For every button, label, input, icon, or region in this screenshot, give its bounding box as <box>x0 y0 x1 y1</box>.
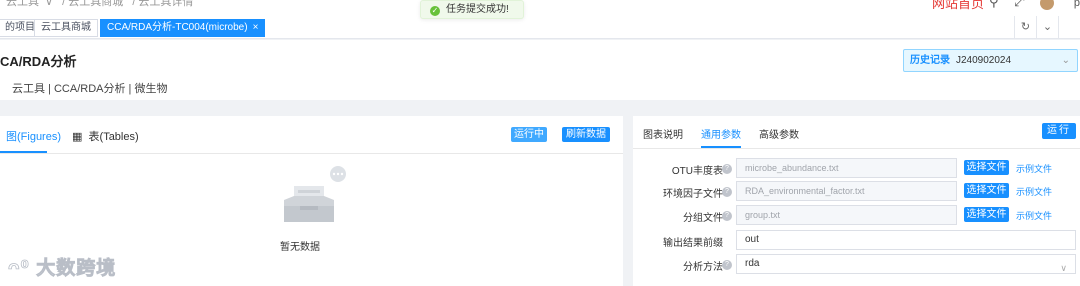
tab-chart-desc[interactable]: 图表说明 <box>643 126 683 141</box>
close-icon[interactable]: × <box>253 22 259 33</box>
site-home-link[interactable]: 网站首页 <box>932 0 984 12</box>
field-label: 环境因子文件 <box>663 189 723 200</box>
group-file-row: 分组文件 ? group.txt 选择文件 示例文件 <box>633 205 1080 227</box>
avatar[interactable] <box>1040 0 1055 10</box>
table-icon: ▦ <box>72 131 83 143</box>
page-title: CA/RDA分析 <box>0 54 77 69</box>
success-toast: ✓ 任务提交成功! <box>420 0 524 19</box>
empty-box-icon <box>282 166 352 234</box>
params-panel: 图表说明 通用参数 高级参数 运行 OTU丰度表 ? microbe_abund… <box>633 116 1080 286</box>
field-label: 分组文件 <box>683 213 723 224</box>
divider <box>0 153 623 154</box>
history-select[interactable]: 历史记录 J240902024 ⌄ <box>903 49 1078 72</box>
toast-message: 任务提交成功! <box>446 4 509 15</box>
method-value: rda <box>745 258 760 269</box>
output-prefix-input[interactable]: out <box>736 230 1076 250</box>
breadcrumb: 云工具 | CCA/RDA分析 | 微生物 <box>12 83 168 95</box>
tab-cca-rda[interactable]: CCA/RDA分析-TC004(microbe) × <box>100 19 266 37</box>
otu-table-row: OTU丰度表 ? microbe_abundance.txt 选择文件 示例文件 <box>633 158 1080 180</box>
env-factor-row: 环境因子文件 ? RDA_environmental_factor.txt 选择… <box>633 181 1080 203</box>
breadcrumb-caret-icon: ∨ <box>45 0 54 8</box>
results-panel: 图(Figures) ▦ 表(Tables) 运行中 刷新数据 暂无数据 ᴖ⁰ … <box>0 116 623 286</box>
choose-file-button[interactable]: 选择文件 <box>964 160 1009 175</box>
breadcrumb-item[interactable]: / 云工具商城 <box>62 0 123 8</box>
method-row: 分析方法 ? rda ∨ <box>633 254 1080 276</box>
tab-advanced-params[interactable]: 高级参数 <box>759 126 799 141</box>
tabs-bar: 的项目 云工具商城 CCA/RDA分析-TC004(microbe) × ↻ ⌄ <box>0 16 1080 39</box>
watermark-logo: ᴖ⁰ 大数跨境 <box>8 253 116 280</box>
status-badge: 运行中 <box>511 127 547 142</box>
env-file-input[interactable]: RDA_environmental_factor.txt <box>736 181 957 201</box>
top-breadcrumb: 云工具 ∨ / 云工具商城 / 云工具详情 <box>6 0 199 9</box>
page-header: CA/RDA分析 云工具 | CCA/RDA分析 | 微生物 历史记录 J2409… <box>0 40 1080 100</box>
run-button[interactable]: 运行 <box>1042 123 1076 139</box>
user-name[interactable]: pro <box>1074 0 1080 9</box>
refresh-data-button[interactable]: 刷新数据 <box>562 127 610 142</box>
breadcrumb-item[interactable]: 云工具 <box>6 0 39 8</box>
tab-label: 的项目 <box>5 22 35 33</box>
field-label: 输出结果前缀 <box>663 238 723 249</box>
sample-file-link[interactable]: 示例文件 <box>1016 209 1052 222</box>
history-value: J240902024 <box>956 55 1012 66</box>
empty-text: 暂无数据 <box>280 242 320 253</box>
tab-tables-label: 表(Tables) <box>88 131 139 143</box>
group-file-input[interactable]: group.txt <box>736 205 957 225</box>
tab-figures[interactable]: 图(Figures) <box>6 128 61 144</box>
help-icon[interactable]: ? <box>722 260 732 270</box>
tab-label: CCA/RDA分析-TC004(microbe) <box>107 22 248 33</box>
breadcrumb-item: / 云工具详情 <box>132 0 194 8</box>
help-icon[interactable]: ? <box>722 187 732 197</box>
watermark-text: 大数跨境 <box>36 258 117 280</box>
chevron-down-icon: ∨ <box>1060 263 1067 273</box>
sample-file-link[interactable]: 示例文件 <box>1016 162 1052 175</box>
top-navbar: 云工具 ∨ / 云工具商城 / 云工具详情 网站首页 ⚲ ⤢ pro <box>0 0 1080 16</box>
method-select[interactable]: rda ∨ <box>736 254 1076 274</box>
divider <box>633 148 1080 149</box>
search-icon[interactable]: ⚲ <box>989 0 999 9</box>
otu-file-input[interactable]: microbe_abundance.txt <box>736 158 957 178</box>
help-icon[interactable]: ? <box>722 211 732 221</box>
tab-tables[interactable]: ▦ 表(Tables) <box>72 128 139 144</box>
help-icon[interactable]: ? <box>722 164 732 174</box>
history-label: 历史记录 <box>910 55 950 66</box>
fullscreen-icon[interactable]: ⤢ <box>1014 0 1024 9</box>
chevron-down-icon: ⌄ <box>1061 55 1070 66</box>
check-circle-icon: ✓ <box>430 6 440 16</box>
field-label: OTU丰度表 <box>671 166 723 177</box>
field-label: 分析方法 <box>683 262 723 273</box>
watermark-icon: ᴖ⁰ <box>8 258 30 280</box>
tab-cloud-store[interactable]: 云工具商城 <box>34 19 98 37</box>
output-prefix-row: 输出结果前缀 out <box>633 230 1080 252</box>
choose-file-button[interactable]: 选择文件 <box>964 183 1009 198</box>
choose-file-button[interactable]: 选择文件 <box>964 207 1009 222</box>
tab-label: 云工具商城 <box>41 22 91 33</box>
chevron-down-icon[interactable]: ⌄ <box>1036 16 1058 39</box>
tab-general-params[interactable]: 通用参数 <box>701 126 741 141</box>
sample-file-link[interactable]: 示例文件 <box>1016 185 1052 198</box>
refresh-icon[interactable]: ↻ <box>1014 16 1036 39</box>
more-icon[interactable] <box>1058 16 1080 39</box>
